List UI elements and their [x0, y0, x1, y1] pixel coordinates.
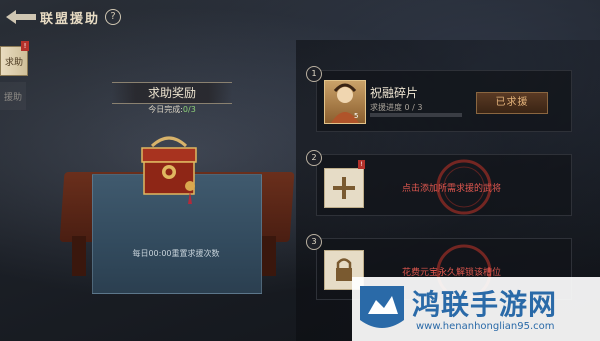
notification-badge: ! — [21, 41, 29, 51]
hero-level: 5 — [354, 112, 359, 120]
slot-number: 3 — [306, 234, 322, 250]
plus-icon — [333, 177, 355, 199]
tab-assist[interactable]: 援助 — [0, 82, 26, 110]
tab-request-help[interactable]: 求助 ! — [0, 41, 29, 76]
reward-chest-icon[interactable] — [134, 128, 204, 208]
reward-progress-label: 今日完成: — [148, 105, 183, 114]
table-leg — [72, 236, 86, 276]
reward-progress-value: 0/3 — [182, 105, 196, 114]
reward-title: 求助奖励 — [112, 82, 232, 104]
add-hero-button[interactable] — [324, 168, 364, 208]
add-hero-hint: 点击添加所需求援的武将 — [402, 184, 502, 194]
side-tabs: 求助 ! 援助 — [0, 41, 29, 116]
tab-request-help-label: 求助 — [4, 57, 23, 68]
slot-number: 2 — [306, 150, 322, 166]
help-button[interactable]: ? — [105, 9, 121, 25]
top-bar: 联盟援助 ? — [0, 0, 600, 34]
requested-button[interactable]: 已求援 — [476, 92, 548, 114]
hero-name: 祝融碎片 — [370, 86, 419, 100]
reward-progress: 今日完成:0/3 — [112, 104, 232, 115]
tab-assist-label: 援助 — [3, 92, 22, 103]
slot-number: 1 — [306, 66, 322, 82]
watermark-title: 鸿联手游网 — [412, 288, 558, 321]
back-arrow-icon[interactable] — [4, 8, 38, 26]
table-leg — [262, 236, 276, 276]
page-title: 联盟援助 — [40, 12, 101, 27]
watermark-logo-icon — [360, 286, 404, 328]
hero-avatar-icon — [331, 83, 359, 123]
reset-note: 每日00:00重置求援次数 — [132, 249, 220, 258]
hero-portrait[interactable] — [324, 80, 366, 124]
request-progress-label: 求援进度 0 / 3 — [370, 103, 423, 112]
notification-badge: ! — [358, 160, 365, 169]
request-progress-bar — [370, 113, 462, 117]
watermark-url: www.henanhonglian95.com — [416, 321, 555, 332]
